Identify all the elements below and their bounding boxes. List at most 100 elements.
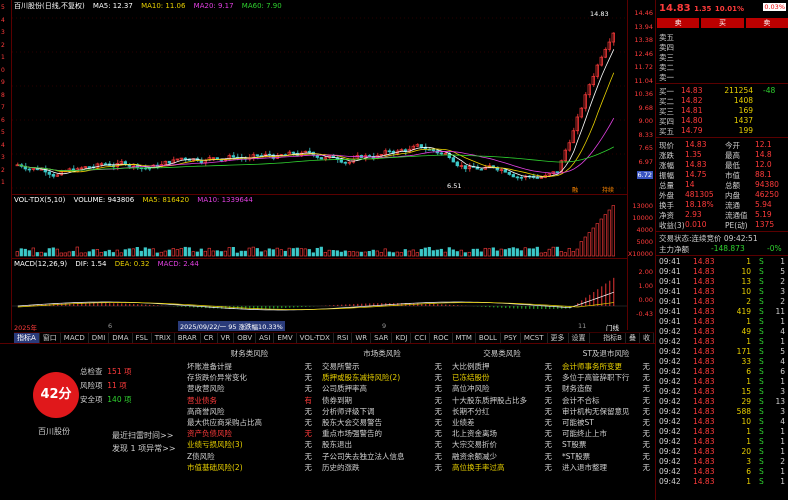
bid-row[interactable]: 买四 14.80 1437	[659, 116, 787, 126]
tab-0[interactable]: 指标A	[14, 333, 40, 343]
ask-row[interactable]: 卖四	[659, 42, 787, 52]
risk-row[interactable]: 十大股东质押股占比多 无	[452, 395, 552, 406]
risk-row[interactable]: 最大供应商采购占比高 无	[187, 417, 312, 428]
risk-row[interactable]: 高商誉风险 无	[187, 406, 312, 417]
stat-key: PE(动)	[725, 221, 748, 230]
ask-row[interactable]: 卖五	[659, 32, 787, 42]
cycle-button[interactable]: 门线	[606, 322, 619, 332]
bid-row[interactable]: 买三 14.81 169	[659, 106, 787, 116]
risk-row[interactable]: 已冻结股份 无	[452, 372, 552, 383]
rescan-link[interactable]: 最近扫雷时间>>	[112, 430, 173, 441]
risk-row[interactable]: 可能终止上市 无	[562, 428, 650, 439]
risk-row[interactable]: 交易所警示 无	[322, 361, 442, 372]
risk-status: 无	[544, 462, 553, 472]
tab-22[interactable]: PSY	[501, 333, 521, 343]
ask-row[interactable]: 卖三	[659, 52, 787, 62]
tab-21[interactable]: BOLL	[476, 333, 501, 343]
risk-row[interactable]: 股东退出 无	[322, 439, 442, 450]
risk-row[interactable]: 高位冲风险 无	[452, 383, 552, 394]
risk-row[interactable]: 资产负债风险 无	[187, 428, 312, 439]
risk-row[interactable]: 大宗交易折价 无	[452, 439, 552, 450]
buy-button[interactable]: 买	[701, 18, 744, 28]
bid-row[interactable]: 买一 14.83 211254 -48	[659, 86, 787, 96]
risk-row[interactable]: 审计机构无保留意见 无	[562, 406, 650, 417]
tab-11[interactable]: ASI	[256, 333, 275, 343]
tab-24[interactable]: 更多	[548, 333, 569, 343]
risk-row[interactable]: 财务造假 无	[562, 383, 650, 394]
risk-row[interactable]: 进入退市整理 无	[562, 462, 650, 473]
risk-row[interactable]: 会计师事务所变更 无	[562, 361, 650, 372]
volume-bar	[243, 250, 247, 257]
sell-button[interactable]: 卖	[657, 18, 700, 28]
risk-row[interactable]: 营业债务 有	[187, 395, 312, 406]
tab-20[interactable]: MTM	[453, 333, 476, 343]
tab-right-2[interactable]: 收	[640, 333, 654, 343]
tab-13[interactable]: VOL-TDX	[297, 333, 334, 343]
kline-chart[interactable]: 百川股份(日线,不复权) MA5: 12.37 MA10: 11.06 MA20…	[12, 0, 627, 330]
risk-row[interactable]: ST股票 无	[562, 439, 650, 450]
tab-1[interactable]: 窗口	[40, 333, 61, 343]
risk-row[interactable]: 质押或股东减持风险(2) 无	[322, 372, 442, 383]
tab-16[interactable]: SAR	[371, 333, 393, 343]
risk-row[interactable]: 北上资金离场 无	[452, 428, 552, 439]
tab-10[interactable]: OBV	[234, 333, 257, 343]
tab-right-1[interactable]: 叠	[626, 333, 640, 343]
risk-row[interactable]: 高位换手率过高 无	[452, 462, 552, 473]
tab-18[interactable]: CCI	[411, 333, 431, 343]
risk-row[interactable]: 存货跌价异常变化 无	[187, 372, 312, 383]
risk-row[interactable]: 长期不分红 无	[452, 406, 552, 417]
main-force-row: 主力净额 -148.873 -0%	[659, 244, 787, 254]
macd-canvas[interactable]	[12, 268, 627, 322]
risk-row[interactable]: 重点市场强警告的 无	[322, 428, 442, 439]
tab-25[interactable]: 设置	[569, 333, 590, 343]
tab-4[interactable]: DMA	[109, 333, 133, 343]
risk-row[interactable]: Z债风险 无	[187, 451, 312, 462]
tab-9[interactable]: VR	[218, 333, 235, 343]
risk-row[interactable]: 股东大会交易警告 无	[322, 417, 442, 428]
tab-8[interactable]: CR	[201, 333, 218, 343]
risk-row[interactable]: 公司质押率高 无	[322, 383, 442, 394]
risk-row[interactable]: 融资余额减少 无	[452, 451, 552, 462]
tab-19[interactable]: ROC	[430, 333, 453, 343]
sell-button-2[interactable]: 卖	[745, 18, 788, 28]
risk-row[interactable]: 多位于高管辞职下行 无	[562, 372, 650, 383]
risk-row[interactable]: 历史的涨跌 无	[322, 462, 442, 473]
tab-3[interactable]: DMI	[89, 333, 110, 343]
tab-12[interactable]: EMV	[274, 333, 297, 343]
tab-15[interactable]: WR	[352, 333, 372, 343]
risk-row[interactable]: 营收营风险 无	[187, 383, 312, 394]
ask-row[interactable]: 卖一	[659, 72, 787, 82]
tab-6[interactable]: TRIX	[152, 333, 175, 343]
volume-canvas[interactable]	[12, 204, 627, 258]
tab-14[interactable]: RSI	[334, 333, 353, 343]
tab-17[interactable]: KDJ	[392, 333, 412, 343]
risk-row[interactable]: 分析师评级下调 无	[322, 406, 442, 417]
tab-23[interactable]: MCST	[521, 333, 548, 343]
risk-status: 无	[642, 451, 651, 461]
candle-body	[411, 145, 415, 150]
volume-bar	[99, 251, 103, 257]
risk-status: 无	[544, 417, 553, 427]
risk-row[interactable]: 子公司失去独立法人信息 无	[322, 451, 442, 462]
tab-right-0[interactable]: 指标B	[600, 333, 626, 343]
ask-row[interactable]: 卖二	[659, 62, 787, 72]
macd-tick: 2.00	[638, 268, 653, 276]
risk-row[interactable]: 会计不合标 无	[562, 395, 650, 406]
risk-row[interactable]: 市值基础风险(2) 无	[187, 462, 312, 473]
safe-count: 安全项 140 项	[80, 394, 131, 405]
risk-row[interactable]: 业绩差 无	[452, 417, 552, 428]
tick-time: 09:42	[659, 387, 681, 396]
risk-row[interactable]: 坏账准备计提 无	[187, 361, 312, 372]
tab-2[interactable]: MACD	[61, 333, 89, 343]
risk-row[interactable]: *ST股票 无	[562, 451, 650, 462]
anomaly-link[interactable]: 发现 1 项异常>>	[112, 443, 176, 454]
risk-row[interactable]: 债券到期 无	[322, 395, 442, 406]
risk-row[interactable]: 大比例质押 无	[452, 361, 552, 372]
risk-row[interactable]: 业绩亏损风险(3) 无	[187, 439, 312, 450]
kline-canvas[interactable]: 14.83 6.51 融 持续	[12, 8, 627, 194]
bid-row[interactable]: 买二 14.82 1408	[659, 96, 787, 106]
bid-row[interactable]: 买五 14.79 199	[659, 126, 787, 136]
risk-row[interactable]: 可能被ST 无	[562, 417, 650, 428]
tab-7[interactable]: BRAR	[175, 333, 201, 343]
tab-5[interactable]: FSL	[133, 333, 152, 343]
